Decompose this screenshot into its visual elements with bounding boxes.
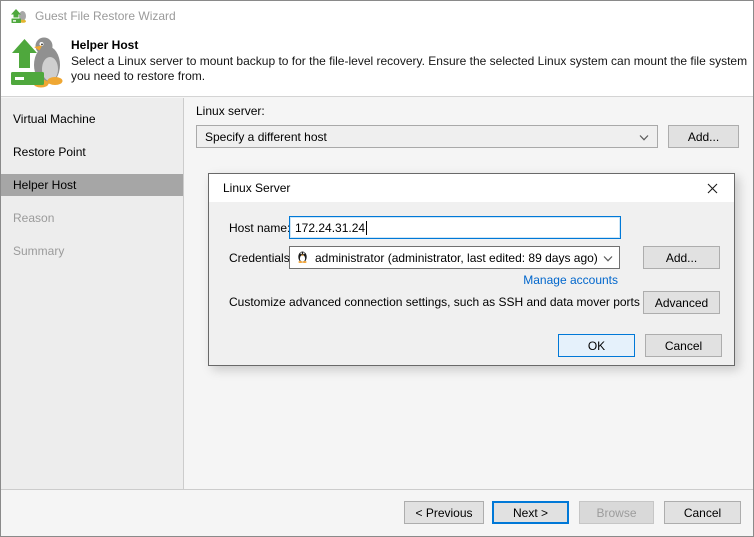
sidebar-item-reason: Reason bbox=[13, 211, 55, 225]
chevron-down-icon bbox=[603, 251, 613, 265]
sidebar-item-summary: Summary bbox=[13, 244, 65, 258]
dialog-cancel-button[interactable]: Cancel bbox=[645, 334, 722, 357]
tux-penguin-icon bbox=[296, 249, 309, 266]
browse-button[interactable]: Browse bbox=[579, 501, 654, 524]
wizard-footer: < Previous Next > Browse Cancel bbox=[1, 489, 753, 536]
close-icon[interactable] bbox=[695, 177, 729, 199]
linux-server-label: Linux server: bbox=[196, 104, 265, 118]
cancel-button[interactable]: Cancel bbox=[664, 501, 741, 524]
previous-button[interactable]: < Previous bbox=[404, 501, 484, 524]
sidebar-item-restore-point[interactable]: Restore Point bbox=[1, 141, 183, 163]
dialog-title: Linux Server bbox=[223, 181, 291, 195]
credentials-add-button[interactable]: Add... bbox=[643, 246, 720, 269]
helper-host-tux-icon bbox=[10, 35, 66, 92]
credentials-dropdown-value: administrator (administrator, last edite… bbox=[315, 250, 598, 265]
host-name-value: 172.24.31.24 bbox=[295, 220, 366, 235]
ok-button[interactable]: OK bbox=[558, 334, 635, 357]
wizard-steps-sidebar: Virtual Machine Restore Point Helper Hos… bbox=[1, 98, 184, 489]
window-title: Guest File Restore Wizard bbox=[35, 9, 176, 23]
step-description: Select a Linux server to mount backup to… bbox=[71, 54, 748, 83]
manage-accounts-link[interactable]: Manage accounts bbox=[523, 273, 618, 287]
linux-server-dropdown[interactable]: Specify a different host bbox=[196, 125, 658, 148]
wizard-window: Guest File Restore Wizard Helper Host Se… bbox=[0, 0, 754, 537]
restore-wizard-app-icon bbox=[11, 8, 27, 24]
step-title: Helper Host bbox=[71, 38, 139, 52]
sidebar-item-virtual-machine[interactable]: Virtual Machine bbox=[1, 108, 183, 130]
credentials-label: Credentials: bbox=[229, 251, 294, 265]
dialog-titlebar: Linux Server bbox=[209, 174, 734, 202]
window-titlebar: Guest File Restore Wizard bbox=[1, 1, 753, 31]
credentials-dropdown[interactable]: administrator (administrator, last edite… bbox=[289, 246, 620, 269]
linux-server-add-button[interactable]: Add... bbox=[668, 125, 739, 148]
advanced-settings-text: Customize advanced connection settings, … bbox=[229, 295, 640, 309]
chevron-down-icon bbox=[639, 130, 649, 144]
text-cursor bbox=[366, 220, 368, 235]
host-name-input[interactable]: 172.24.31.24 bbox=[289, 216, 621, 239]
next-button[interactable]: Next > bbox=[492, 501, 569, 524]
advanced-button[interactable]: Advanced bbox=[643, 291, 720, 314]
host-name-label: Host name: bbox=[229, 221, 291, 235]
linux-server-dialog: Linux Server Host name: 172.24.31.24 Cre… bbox=[208, 173, 735, 366]
wizard-step-header: Helper Host Select a Linux server to mou… bbox=[1, 31, 753, 97]
sidebar-item-helper-host[interactable]: Helper Host bbox=[1, 174, 183, 196]
linux-server-dropdown-value: Specify a different host bbox=[205, 129, 327, 144]
